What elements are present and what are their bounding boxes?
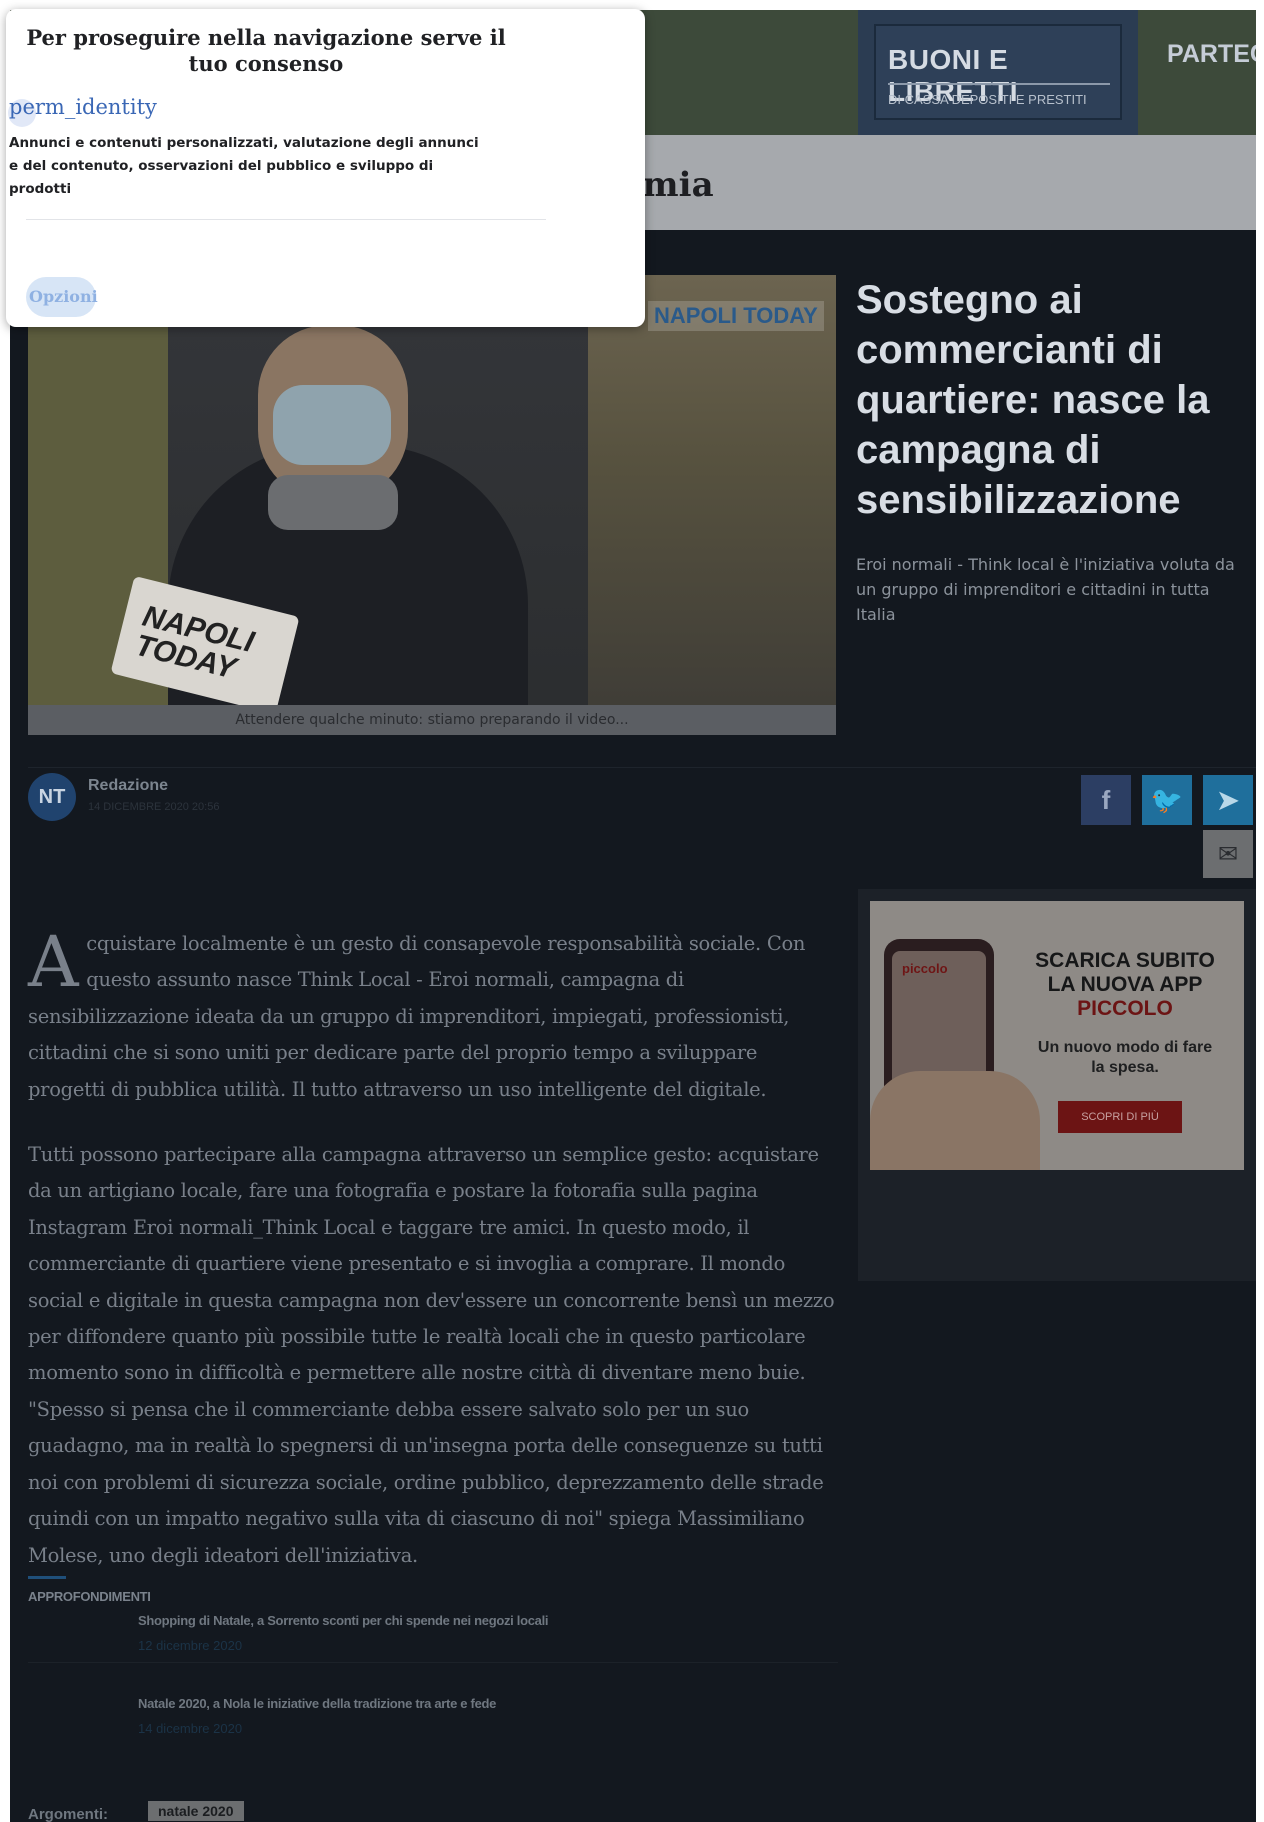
related-item-title[interactable]: Natale 2020, a Nola le iniziative della …: [138, 1696, 496, 1711]
facebook-icon: f: [1101, 785, 1111, 815]
paragraph-text: cquistare localmente è un gesto di consa…: [28, 932, 806, 1101]
consent-title: Per proseguire nella navigazione serve i…: [26, 25, 506, 76]
mail-icon: ✉: [1217, 840, 1239, 868]
publish-date: 14 DICEMBRE 2020 20:56: [88, 801, 220, 813]
sidebar: piccolo SCARICA SUBITO LA NUOVA APP PICC…: [858, 889, 1256, 1281]
consent-purposes: Annunci e contenuti personalizzati, valu…: [9, 135, 479, 197]
related-item-title[interactable]: Shopping di Natale, a Sorrento sconti pe…: [138, 1613, 549, 1628]
facebook-share-button[interactable]: f: [1081, 775, 1131, 825]
video-face-mask: [273, 385, 391, 465]
related-heading: APPROFONDIMENTI: [28, 1589, 151, 1604]
header-ad-subtitle: DI CASSA DEPOSITI E PRESTITI: [888, 92, 1087, 107]
ad-title: SCARICA SUBITO LA NUOVA APP PICCOLO: [1020, 949, 1230, 1021]
byline-divider: [28, 767, 1256, 768]
ad-hand-image: [870, 1071, 1040, 1170]
video-player[interactable]: NAPOLI TODAY NAPOLI TODAY Attendere qual…: [28, 275, 836, 735]
tag-link[interactable]: natale 2020: [148, 1801, 244, 1821]
tags-label: Argomenti:: [28, 1806, 108, 1822]
ad-title-line: LA NUOVA APP: [1047, 973, 1203, 996]
telegram-icon: ➤: [1217, 785, 1239, 815]
related-separator: [28, 1662, 838, 1663]
ad-subtitle: Un nuovo modo di fare la spesa.: [1037, 1039, 1213, 1076]
article-headline: Sostegno ai commercianti di quartiere: n…: [856, 278, 1210, 522]
article-area: NAPOLI TODAY NAPOLI TODAY Attendere qual…: [10, 230, 1256, 1822]
consent-dialog: Per proseguire nella navigazione serve i…: [6, 9, 645, 327]
video-loading-caption: Attendere qualche minuto: stiamo prepara…: [28, 705, 836, 735]
ad-cta-button[interactable]: SCOPRI DI PIÙ: [1058, 1101, 1182, 1133]
telegram-share-button[interactable]: ➤: [1203, 775, 1253, 825]
video-mic-logo: NAPOLI TODAY: [132, 599, 258, 686]
video-channel-logo: NAPOLI TODAY: [648, 301, 824, 331]
header-ad-frame: BUONI E LIBRETTI DI CASSA DEPOSITI E PRE…: [874, 24, 1122, 120]
header-ad-banner[interactable]: BUONI E LIBRETTI DI CASSA DEPOSITI E PRE…: [858, 10, 1138, 135]
twitter-share-button[interactable]: 🐦: [1142, 775, 1192, 825]
ad-brand-logo: piccolo: [902, 961, 948, 976]
article-paragraph: Acquistare localmente è un gesto di cons…: [28, 926, 838, 1108]
drop-cap: A: [28, 921, 79, 1003]
author-name[interactable]: Redazione: [88, 777, 168, 795]
perm-identity-icon: perm_identity: [9, 95, 157, 119]
article-paragraph: Tutti possono partecipare alla campagna …: [28, 1143, 835, 1567]
ad-title-brand: PICCOLO: [1077, 997, 1173, 1020]
email-share-button[interactable]: ✉: [1203, 830, 1253, 878]
article-subheadline: Eroi normali - Think local è l'iniziativ…: [856, 555, 1235, 624]
related-item-date: 14 dicembre 2020: [138, 1721, 243, 1736]
ad-title-line: SCARICA SUBITO: [1035, 949, 1215, 972]
author-avatar[interactable]: NT: [28, 773, 76, 821]
consent-options-button[interactable]: Opzioni: [26, 277, 106, 317]
video-scene-street: [588, 275, 836, 735]
header-nav-item[interactable]: PARTEC: [1167, 40, 1256, 69]
options-button-label: Opzioni: [29, 287, 98, 306]
related-accent-line: [28, 1576, 66, 1579]
consent-divider: [26, 219, 546, 220]
header-ad-divider: [888, 83, 1110, 85]
sidebar-ad[interactable]: piccolo SCARICA SUBITO LA NUOVA APP PICC…: [870, 901, 1244, 1170]
related-item-date: 12 dicembre 2020: [138, 1638, 243, 1653]
twitter-icon: 🐦: [1150, 785, 1184, 815]
video-scarf: [268, 475, 398, 530]
article-body: Acquistare localmente è un gesto di cons…: [28, 926, 838, 1603]
